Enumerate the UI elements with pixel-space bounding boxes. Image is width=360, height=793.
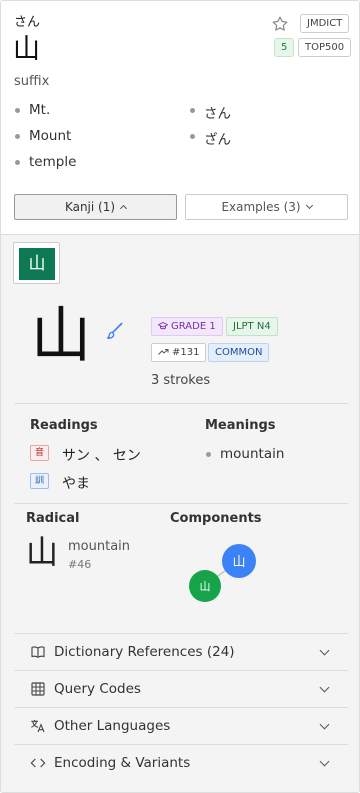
kanji-character: 山 [31, 301, 91, 371]
grade-label: GRADE 1 [171, 321, 216, 332]
sense-item: ざん [190, 128, 231, 148]
kanji-panel: 山 山 GRADE 1 JLPT N4 #131 COMMON 3 stroke… [1, 234, 359, 792]
divider [14, 403, 348, 404]
frequency-tag: TOP500 [298, 38, 352, 57]
sense-item: temple [14, 154, 77, 170]
dictionary-entry-card: さん 山 JMDICT 5 TOP500 suffix Mt. Mount te… [0, 0, 360, 793]
accordion-label: Other Languages [54, 718, 171, 734]
accordion-dictionary-references[interactable]: Dictionary References (24) [14, 633, 348, 670]
book-icon [31, 646, 45, 658]
tab-examples-label: Examples (3) [221, 200, 301, 214]
common-badge: COMMON [208, 343, 270, 362]
chevron-down-icon [319, 645, 330, 656]
part-of-speech: suffix [14, 74, 50, 89]
meaning-item: mountain [205, 446, 285, 462]
radical-char[interactable]: 山 [26, 536, 58, 568]
level-tag: 5 [274, 38, 295, 57]
sense-item: Mt. [14, 102, 51, 118]
accordion-encoding-variants[interactable]: Encoding & Variants [14, 744, 348, 781]
accordion-label: Dictionary References (24) [54, 644, 235, 660]
kanji-tile-char: 山 [19, 248, 55, 280]
radical-name: mountain [68, 539, 131, 554]
graduation-cap-icon [157, 321, 169, 330]
on-reading-badge: 音 [30, 445, 49, 461]
accordion-other-languages[interactable]: Other Languages [14, 707, 348, 744]
stroke-count: 3 strokes [151, 373, 211, 388]
tab-examples[interactable]: Examples (3) [185, 194, 348, 220]
sense-item: Mount [14, 128, 72, 144]
code-icon [30, 758, 46, 768]
divider [14, 503, 348, 504]
grade-badge: GRADE 1 [151, 317, 223, 336]
chevron-down-icon [305, 201, 313, 210]
star-outline-icon[interactable] [271, 15, 289, 33]
jlpt-badge: JLPT N4 [226, 317, 278, 336]
frequency-rank-badge: #131 [151, 343, 207, 362]
chevron-down-icon [319, 682, 330, 693]
chevron-up-icon [120, 204, 128, 213]
radical-number: #46 [68, 558, 92, 571]
components-title: Components [170, 511, 262, 526]
component-node-label: 山 [232, 555, 245, 570]
tab-kanji[interactable]: Kanji (1) [14, 194, 177, 220]
source-tag: JMDICT [300, 14, 350, 33]
sense-item: さん [190, 102, 231, 122]
accordion-label: Encoding & Variants [54, 755, 191, 771]
components-graph: 山 山 [189, 544, 256, 602]
rank-label: #131 [172, 347, 200, 358]
meanings-title: Meanings [205, 418, 276, 433]
brush-icon[interactable] [105, 321, 125, 341]
chevron-down-icon [319, 756, 330, 767]
entry-kanji: 山 [13, 34, 40, 65]
translate-icon [31, 720, 45, 733]
readings-title: Readings [30, 418, 98, 433]
trending-up-icon [158, 349, 169, 355]
tab-kanji-label: Kanji (1) [64, 200, 116, 214]
accordion-label: Query Codes [54, 681, 141, 697]
accordion-query-codes[interactable]: Query Codes [14, 670, 348, 707]
component-node-label: 山 [200, 580, 211, 593]
radical-title: Radical [26, 511, 80, 526]
kun-reading-badge: 訓 [30, 473, 49, 489]
kanji-tile[interactable]: 山 [13, 242, 60, 284]
chevron-down-icon [319, 719, 330, 730]
entry-header: さん 山 JMDICT 5 TOP500 suffix Mt. Mount te… [1, 1, 359, 234]
grid-icon [31, 682, 45, 696]
on-reading: サン 、 セン [62, 448, 141, 464]
kun-reading: やま [62, 476, 90, 492]
